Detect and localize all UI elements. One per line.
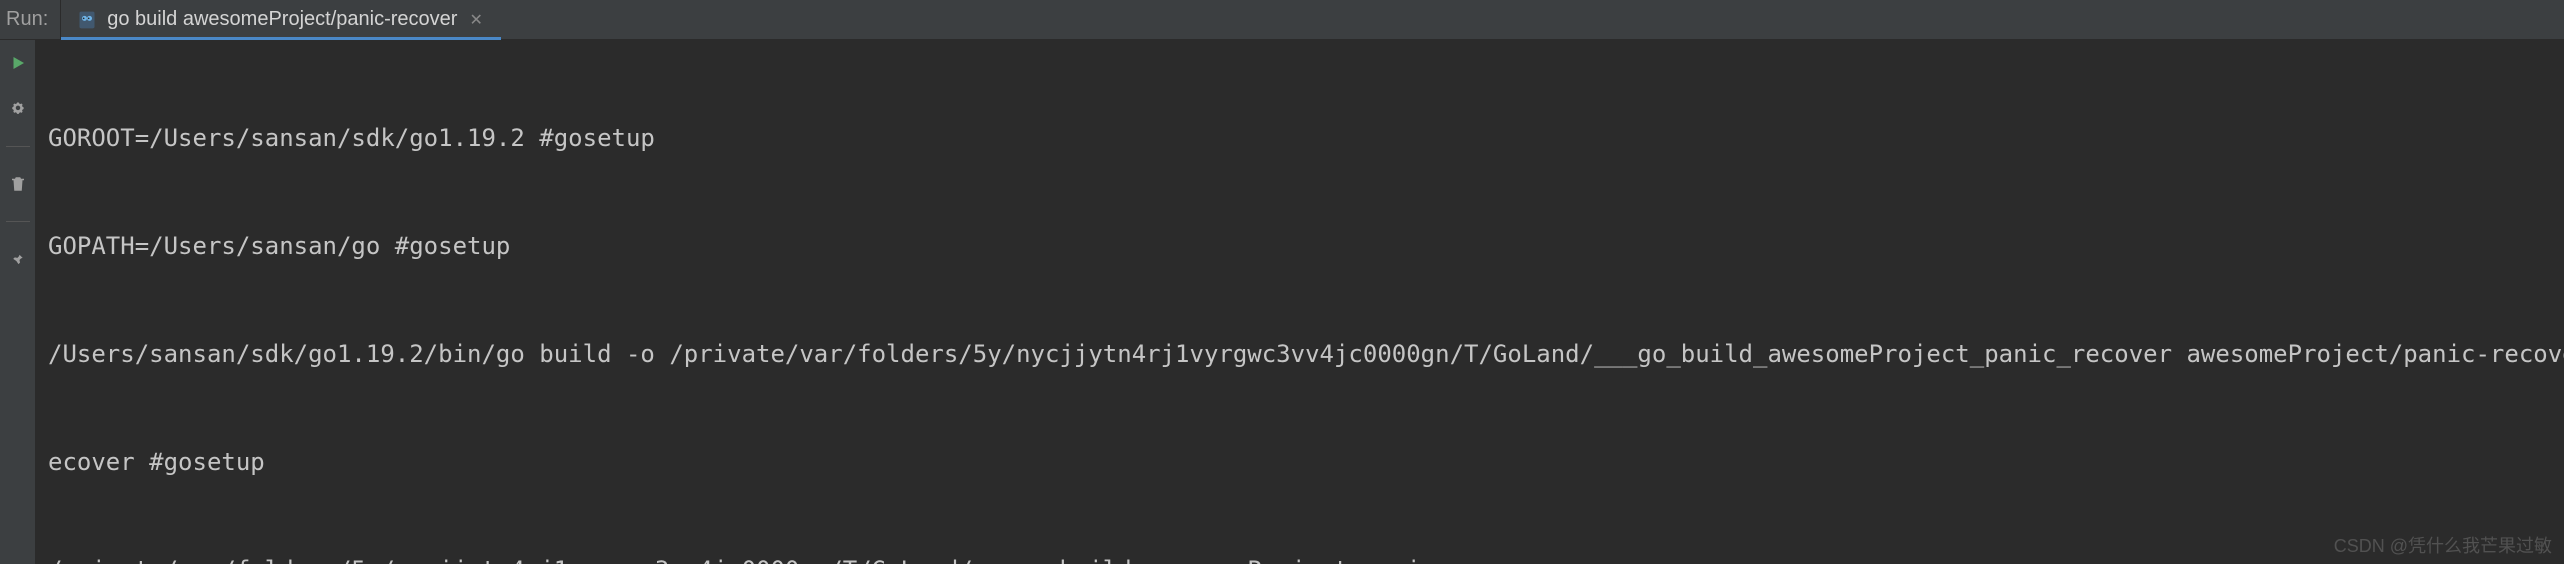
gutter-divider xyxy=(6,146,30,147)
watermark: CSDN @凭什么我芒果过敏 xyxy=(2334,532,2552,558)
console-output[interactable]: GOROOT=/Users/sansan/sdk/go1.19.2 #goset… xyxy=(36,40,2564,564)
tab-label: go build awesomeProject/panic-recover xyxy=(107,8,457,31)
main-area: GOROOT=/Users/sansan/sdk/go1.19.2 #goset… xyxy=(0,40,2564,564)
console-line: /private/var/folders/5y/nycjjytn4rj1vyrg… xyxy=(48,552,2552,564)
go-file-icon xyxy=(77,10,97,30)
gutter-toolbar xyxy=(0,40,36,564)
trash-icon[interactable] xyxy=(7,173,29,195)
console-line: GOPATH=/Users/sansan/go #gosetup xyxy=(48,228,2552,264)
gutter-divider xyxy=(6,221,30,222)
run-panel-label: Run: xyxy=(0,0,61,39)
top-bar: Run: go build awesomeProject/panic-recov… xyxy=(0,0,2564,40)
run-config-tab[interactable]: go build awesomeProject/panic-recover ✕ xyxy=(61,0,501,39)
close-icon[interactable]: ✕ xyxy=(467,8,484,32)
settings-icon[interactable] xyxy=(7,98,29,120)
console-line: ecover #gosetup xyxy=(48,444,2552,480)
run-icon[interactable] xyxy=(7,52,29,74)
pin-icon[interactable] xyxy=(7,248,29,270)
console-line: /Users/sansan/sdk/go1.19.2/bin/go build … xyxy=(48,336,2552,372)
console-line: GOROOT=/Users/sansan/sdk/go1.19.2 #goset… xyxy=(48,120,2552,156)
